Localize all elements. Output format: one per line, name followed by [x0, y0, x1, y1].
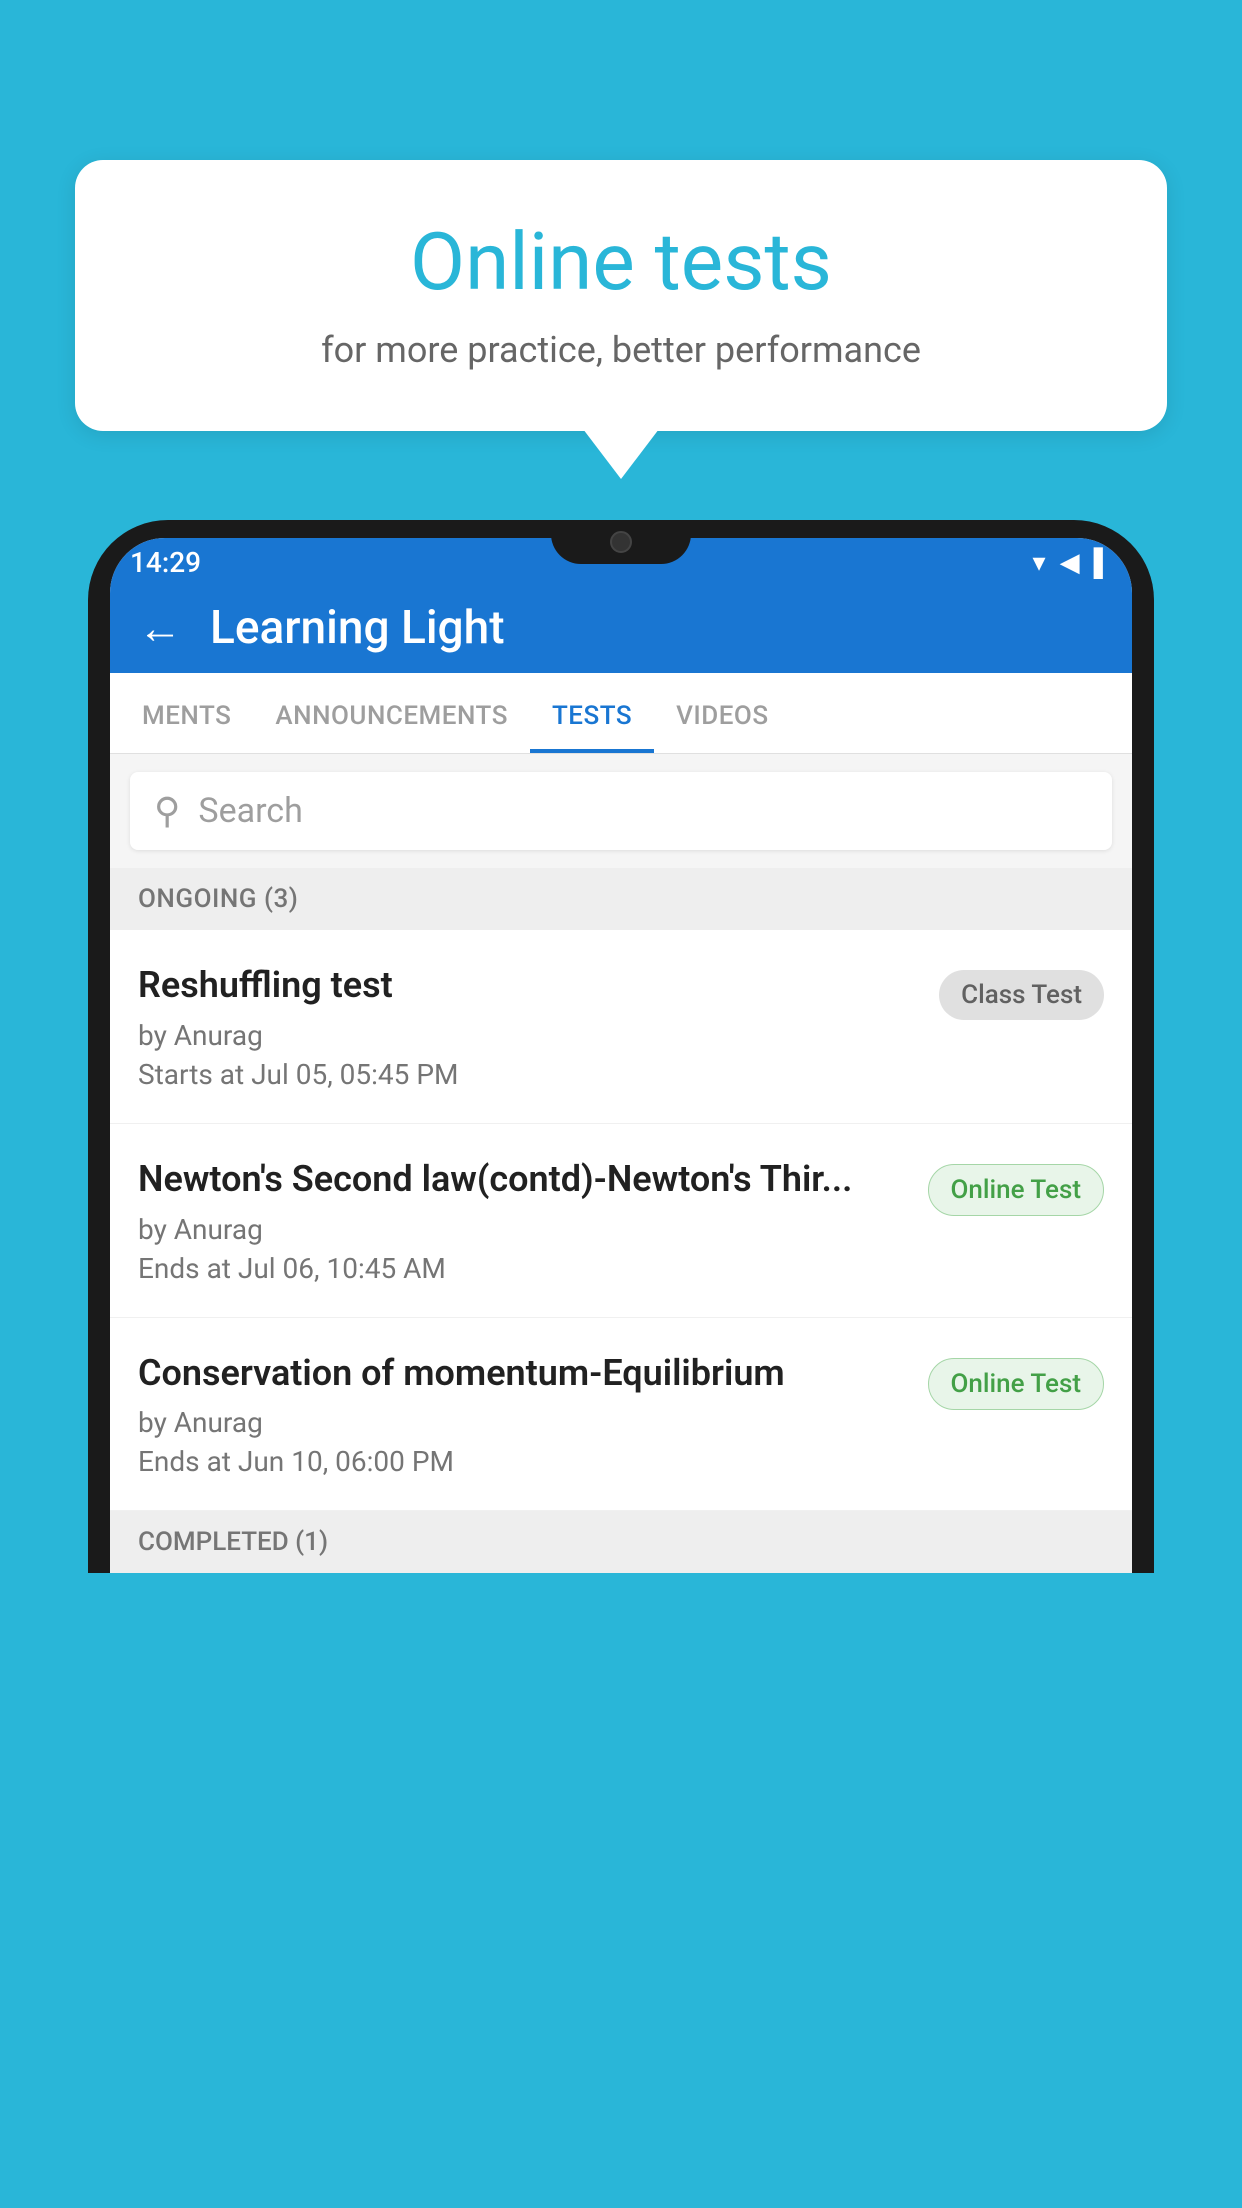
test-info: Newton's Second law(contd)-Newton's Thir… [138, 1156, 928, 1285]
tab-videos[interactable]: VIDEOS [654, 673, 790, 753]
test-author: by Anurag [138, 1213, 908, 1246]
phone-notch [551, 520, 691, 564]
completed-section-header: COMPLETED (1) [110, 1511, 1132, 1573]
phone-frame: 14:29 ▾ ◀ ▌ ← Learning Light MENTS ANNOU… [88, 520, 1154, 2208]
speech-bubble: Online tests for more practice, better p… [75, 160, 1167, 431]
tabs-bar: MENTS ANNOUNCEMENTS TESTS VIDEOS [110, 673, 1132, 754]
tab-tests[interactable]: TESTS [530, 673, 654, 753]
status-icons: ▾ ◀ ▌ [1033, 547, 1112, 578]
app-header: ← Learning Light [110, 579, 1132, 673]
test-list: Reshuffling test by Anurag Starts at Jul… [110, 930, 1132, 1511]
test-date: Ends at Jul 06, 10:45 AM [138, 1252, 908, 1285]
test-author: by Anurag [138, 1406, 908, 1439]
back-button[interactable]: ← [138, 602, 182, 654]
test-item[interactable]: Newton's Second law(contd)-Newton's Thir… [110, 1124, 1132, 1318]
test-name: Newton's Second law(contd)-Newton's Thir… [138, 1156, 908, 1203]
search-bar[interactable]: ⚲ Search [130, 772, 1112, 850]
tab-ments[interactable]: MENTS [120, 673, 253, 753]
search-container: ⚲ Search [110, 754, 1132, 868]
test-item[interactable]: Conservation of momentum-Equilibrium by … [110, 1318, 1132, 1512]
test-info: Conservation of momentum-Equilibrium by … [138, 1350, 928, 1479]
test-date: Ends at Jun 10, 06:00 PM [138, 1445, 908, 1478]
wifi-icon: ▾ [1033, 548, 1046, 578]
phone-screen: 14:29 ▾ ◀ ▌ ← Learning Light MENTS ANNOU… [110, 538, 1132, 1573]
test-badge: Online Test [928, 1164, 1105, 1216]
status-time: 14:29 [130, 546, 201, 579]
search-icon: ⚲ [154, 790, 180, 832]
test-author: by Anurag [138, 1019, 919, 1052]
test-name: Reshuffling test [138, 962, 919, 1009]
battery-icon: ▌ [1094, 547, 1112, 578]
camera-icon [610, 531, 632, 553]
tab-announcements[interactable]: ANNOUNCEMENTS [253, 673, 530, 753]
ongoing-section-header: ONGOING (3) [110, 868, 1132, 930]
test-badge: Class Test [939, 970, 1104, 1020]
search-input[interactable]: Search [198, 791, 302, 831]
bubble-title: Online tests [135, 215, 1107, 309]
test-name: Conservation of momentum-Equilibrium [138, 1350, 908, 1397]
test-badge: Online Test [928, 1358, 1105, 1410]
signal-icon: ◀ [1060, 548, 1080, 578]
test-date: Starts at Jul 05, 05:45 PM [138, 1058, 919, 1091]
phone-outer: 14:29 ▾ ◀ ▌ ← Learning Light MENTS ANNOU… [88, 520, 1154, 1573]
bubble-subtitle: for more practice, better performance [135, 329, 1107, 371]
test-item[interactable]: Reshuffling test by Anurag Starts at Jul… [110, 930, 1132, 1124]
app-title: Learning Light [210, 601, 505, 655]
test-info: Reshuffling test by Anurag Starts at Jul… [138, 962, 939, 1091]
